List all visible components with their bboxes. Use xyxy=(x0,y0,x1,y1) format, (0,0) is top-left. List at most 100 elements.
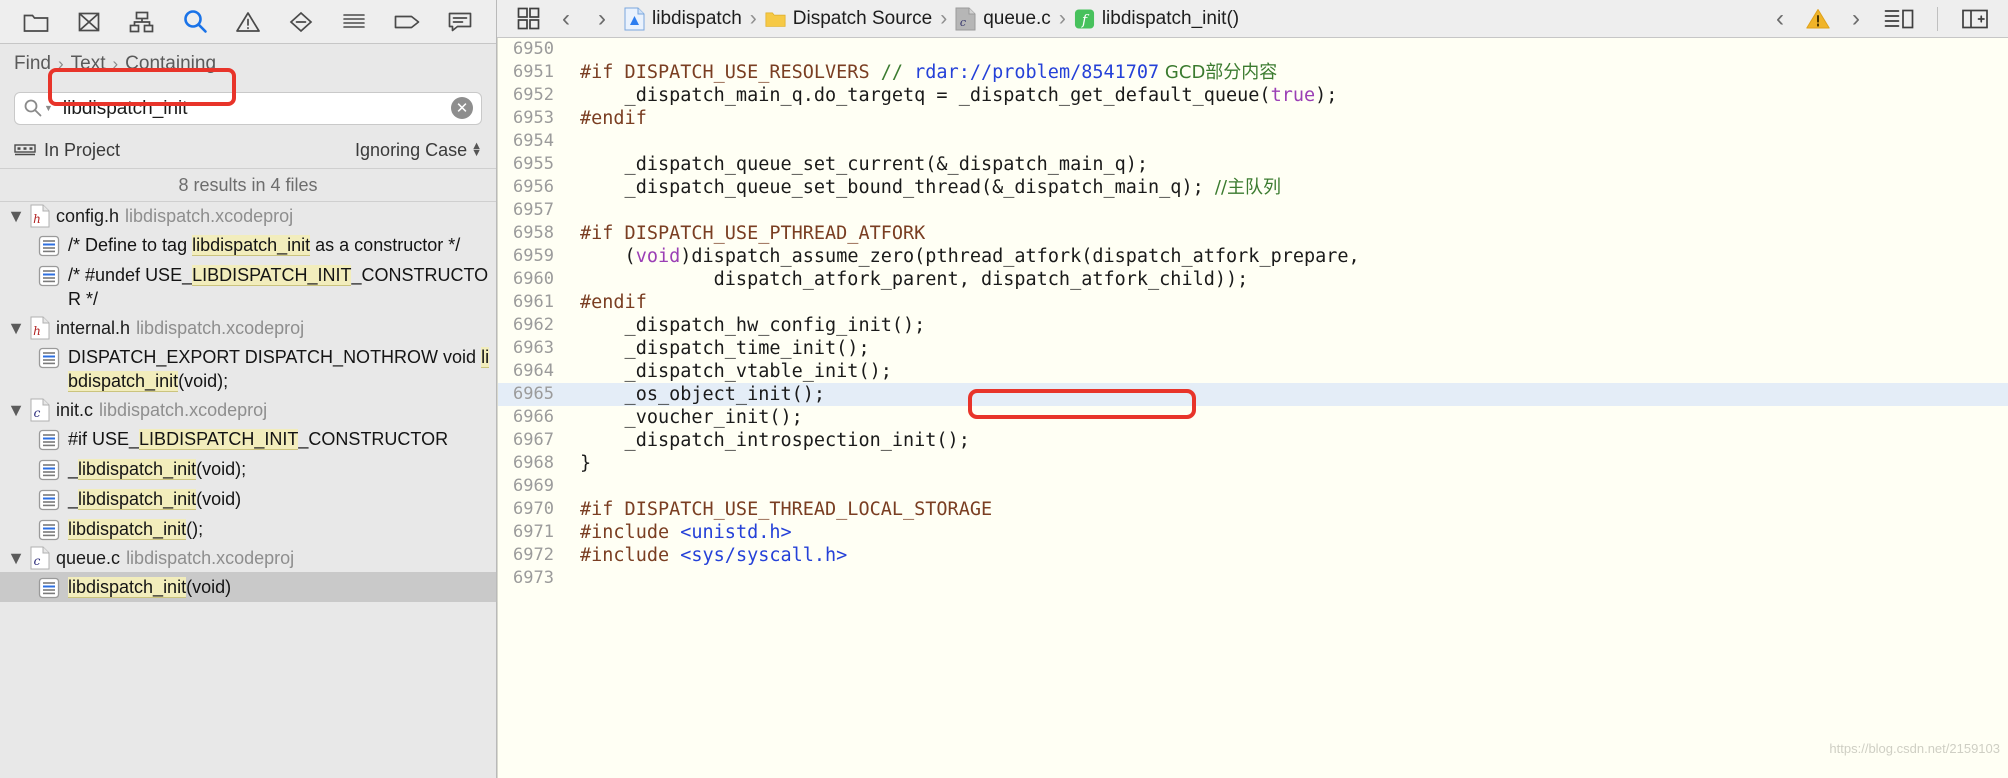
navigator-tab-debug[interactable] xyxy=(327,2,380,42)
code-token-plain: ( xyxy=(580,246,636,267)
code-token-plain: _dispatch_introspection_init(); xyxy=(580,430,970,451)
result-row[interactable]: _libdispatch_init(void) xyxy=(0,484,496,514)
code-line[interactable]: 6962 _dispatch_hw_config_init(); xyxy=(498,314,2008,337)
jump-bar: ‹ › libdispatch › Dispatch Source › c queue.c… xyxy=(497,0,2008,38)
code-token-cjk: //主队列 xyxy=(1214,177,1282,198)
scope-find-label[interactable]: Find xyxy=(14,53,51,75)
result-row[interactable]: /* Define to tag libdispatch_init as a c… xyxy=(0,230,496,260)
results-summary: 8 results in 4 files xyxy=(0,168,496,202)
code-line[interactable]: 6956 _dispatch_queue_set_bound_thread(&_… xyxy=(498,176,2008,199)
result-row[interactable]: DISPATCH_EXPORT DISPATCH_NOTHROW void li… xyxy=(0,342,496,396)
case-sensitivity-selector[interactable]: Ignoring Case ▲ ▼ xyxy=(355,140,482,161)
navigator-tab-breakpoint[interactable] xyxy=(380,2,433,42)
navigator-tab-test[interactable] xyxy=(274,2,327,42)
result-file-row[interactable]: ▼ c queue.c libdispatch.xcodeproj xyxy=(0,544,496,572)
disclosure-triangle-icon[interactable]: ▼ xyxy=(7,206,25,226)
code-line[interactable]: 6968} xyxy=(498,452,2008,475)
find-scope-label: In Project xyxy=(44,139,121,160)
code-line[interactable]: 6963 _dispatch_time_init(); xyxy=(498,337,2008,360)
header-file-icon: h xyxy=(30,316,50,340)
code-line-text: _voucher_init(); xyxy=(566,406,803,429)
match-highlight: LIBDISPATCH_INIT xyxy=(192,265,352,286)
chevron-down-icon[interactable]: ▼ xyxy=(44,103,53,113)
next-issue-button[interactable]: › xyxy=(1839,2,1873,36)
result-row[interactable]: libdispatch_init(); xyxy=(0,514,496,544)
search-input[interactable]: libdispatch_init xyxy=(59,93,451,124)
previous-issue-button[interactable]: ‹ xyxy=(1763,2,1797,36)
code-line[interactable]: 6960 dispatch_atfork_parent, dispatch_at… xyxy=(498,268,2008,291)
code-line[interactable]: 6969 xyxy=(498,475,2008,498)
find-scope-selector[interactable]: In Project xyxy=(14,140,120,161)
breadcrumb-item-3[interactable]: c queue.c xyxy=(952,7,1054,31)
navigator-tab-issue[interactable] xyxy=(222,2,275,42)
line-number: 6970 xyxy=(513,499,554,519)
breadcrumb-label: queue.c xyxy=(983,7,1051,29)
assistant-editor-button[interactable] xyxy=(1877,4,1921,34)
navigator-tab-symbol[interactable] xyxy=(116,2,169,42)
code-token-plain: ); xyxy=(1315,85,1338,106)
line-number: 6962 xyxy=(513,315,554,335)
source-code-editor[interactable]: 6950 6951 #if DISPATCH_USE_RESOLVERS // rd… xyxy=(497,38,2008,778)
code-token-url: <sys/syscall.h> xyxy=(680,545,848,566)
code-line[interactable]: 6964 _dispatch_vtable_init(); xyxy=(498,360,2008,383)
scope-separator-1: › xyxy=(57,54,64,73)
warning-triangle-icon xyxy=(236,11,260,32)
code-line[interactable]: 6955 _dispatch_queue_set_current(&_dispa… xyxy=(498,153,2008,176)
disclosure-triangle-icon[interactable]: ▼ xyxy=(7,400,25,420)
search-field[interactable]: ▼ libdispatch_init ✕ xyxy=(14,91,482,125)
navigate-back-button[interactable]: ‹ xyxy=(549,2,583,36)
code-line[interactable]: 6972 #include <sys/syscall.h> xyxy=(498,544,2008,567)
code-line[interactable]: 6966 _voucher_init(); xyxy=(498,406,2008,429)
breadcrumb-item-1[interactable]: libdispatch xyxy=(621,7,745,31)
code-line[interactable]: 6973 xyxy=(498,567,2008,590)
issue-warning-indicator[interactable] xyxy=(1801,4,1835,34)
scope-text-label[interactable]: Text xyxy=(71,53,106,75)
result-line-icon xyxy=(38,235,60,257)
result-file-row[interactable]: ▼ c init.c libdispatch.xcodeproj xyxy=(0,396,496,424)
result-row-selected[interactable]: libdispatch_init(void) xyxy=(0,572,496,602)
code-line-text: #if DISPATCH_USE_PTHREAD_ATFORK xyxy=(566,222,925,245)
result-row[interactable]: #if USE_LIBDISPATCH_INIT_CONSTRUCTOR xyxy=(0,424,496,454)
code-line[interactable]: 6951 #if DISPATCH_USE_RESOLVERS // rdar:/… xyxy=(498,61,2008,84)
scope-icon xyxy=(14,144,36,156)
disclosure-triangle-icon[interactable]: ▼ xyxy=(7,548,25,568)
code-line[interactable]: 6954 xyxy=(498,130,2008,153)
result-file-row[interactable]: ▼ h internal.h libdispatch.xcodeproj xyxy=(0,314,496,342)
code-line[interactable]: 6952 _dispatch_main_q.do_targetq = _disp… xyxy=(498,84,2008,107)
code-line[interactable]: 6958 #if DISPATCH_USE_PTHREAD_ATFORK xyxy=(498,222,2008,245)
result-line-icon xyxy=(38,459,60,481)
line-number: 6953 xyxy=(513,108,554,128)
code-line[interactable]: 6965 _os_object_init(); xyxy=(498,383,2008,406)
related-items-button[interactable] xyxy=(509,2,547,36)
code-line[interactable]: 6957 xyxy=(498,199,2008,222)
code-line[interactable]: 6967 _dispatch_introspection_init(); xyxy=(498,429,2008,452)
navigator-tab-find[interactable] xyxy=(169,2,222,42)
line-number: 6956 xyxy=(513,177,554,197)
result-row[interactable]: /* #undef USE_LIBDISPATCH_INIT_CONSTRUCT… xyxy=(0,260,496,314)
code-line[interactable]: 6971 #include <unistd.h> xyxy=(498,521,2008,544)
breadcrumb: libdispatch › Dispatch Source › c queue.c › f li… xyxy=(621,7,1242,31)
navigator-tab-project-navigator[interactable] xyxy=(10,2,63,42)
search-icon xyxy=(24,99,42,117)
scope-containing-label[interactable]: Containing xyxy=(125,53,216,75)
navigate-forward-button[interactable]: › xyxy=(585,2,619,36)
code-line[interactable]: 6970 #if DISPATCH_USE_THREAD_LOCAL_STORAG… xyxy=(498,498,2008,521)
navigator-tab-report[interactable] xyxy=(433,2,486,42)
breadcrumb-item-2[interactable]: Dispatch Source xyxy=(762,7,935,31)
add-editor-button[interactable] xyxy=(1954,4,1996,34)
find-results-list[interactable]: ▼ h config.h libdispatch.xcodeproj/* Define… xyxy=(0,202,496,778)
result-file-name: internal.h xyxy=(56,317,131,338)
code-line[interactable]: 6950 xyxy=(498,38,2008,61)
navigator-tab-source-control[interactable] xyxy=(63,2,116,42)
disclosure-triangle-icon[interactable]: ▼ xyxy=(7,318,25,338)
svg-text:h: h xyxy=(33,324,41,338)
code-line[interactable]: 6961 #endif xyxy=(498,291,2008,314)
code-line[interactable]: 6959 (void)dispatch_assume_zero(pthread_… xyxy=(498,245,2008,268)
clear-search-button[interactable]: ✕ xyxy=(451,97,473,119)
result-file-row[interactable]: ▼ h config.h libdispatch.xcodeproj xyxy=(0,202,496,230)
result-row[interactable]: _libdispatch_init(void); xyxy=(0,454,496,484)
c-file-icon: c xyxy=(30,398,50,422)
line-number: 6968 xyxy=(513,453,554,473)
code-line[interactable]: 6953 #endif xyxy=(498,107,2008,130)
breadcrumb-item-4[interactable]: f libdispatch_init() xyxy=(1071,7,1242,31)
